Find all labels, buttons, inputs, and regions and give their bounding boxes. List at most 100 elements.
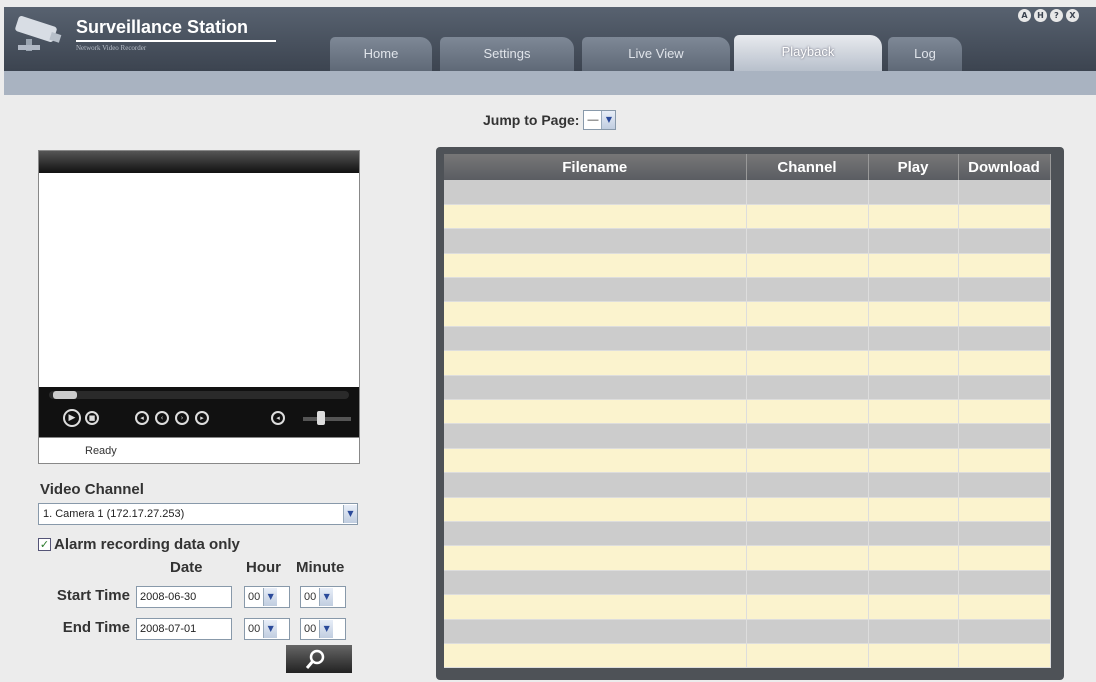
step-forward-icon[interactable]: › bbox=[175, 411, 189, 425]
player-controls: ▶ ■ ◂ ‹ › ▸ ◂ bbox=[39, 387, 359, 437]
seek-bar[interactable] bbox=[49, 391, 349, 399]
chevron-down-icon: ▼ bbox=[601, 111, 616, 129]
alarm-only-checkbox[interactable]: ✓ bbox=[38, 538, 51, 551]
help-icon[interactable]: ? bbox=[1050, 9, 1063, 22]
table-row[interactable] bbox=[444, 423, 1051, 449]
video-channel-value: 1. Camera 1 (172.17.27.253) bbox=[43, 508, 185, 520]
table-cell bbox=[444, 253, 747, 279]
volume-slider[interactable] bbox=[303, 417, 351, 421]
chevron-down-icon: ▼ bbox=[263, 620, 278, 638]
alarm-only-option[interactable]: ✓ Alarm recording data only bbox=[38, 536, 240, 553]
table-cell bbox=[746, 301, 869, 327]
table-cell bbox=[444, 472, 747, 498]
table-row[interactable] bbox=[444, 545, 1051, 571]
table-cell bbox=[444, 643, 747, 669]
table-row[interactable] bbox=[444, 326, 1051, 352]
tab-log[interactable]: Log bbox=[888, 37, 962, 71]
filename-column-header[interactable]: Filename bbox=[444, 154, 747, 180]
table-cell bbox=[444, 180, 747, 205]
table-cell bbox=[958, 253, 1051, 279]
table-row[interactable] bbox=[444, 204, 1051, 230]
table-cell bbox=[868, 570, 959, 596]
volume-thumb[interactable] bbox=[317, 411, 325, 425]
table-row[interactable] bbox=[444, 570, 1051, 596]
table-row[interactable] bbox=[444, 399, 1051, 425]
table-cell bbox=[444, 375, 747, 401]
table-row[interactable] bbox=[444, 448, 1051, 474]
table-cell bbox=[444, 570, 747, 596]
table-cell bbox=[868, 204, 959, 230]
end-minute-select[interactable]: 00 ▼ bbox=[300, 618, 346, 640]
table-row[interactable] bbox=[444, 472, 1051, 498]
table-cell bbox=[746, 399, 869, 425]
logout-icon[interactable]: X bbox=[1066, 9, 1079, 22]
video-channel-select[interactable]: 1. Camera 1 (172.17.27.253) ▼ bbox=[38, 503, 358, 525]
camera-logo-icon bbox=[15, 15, 62, 51]
video-player: ▶ ■ ◂ ‹ › ▸ ◂ Ready bbox=[38, 150, 360, 464]
table-row[interactable] bbox=[444, 594, 1051, 620]
table-cell bbox=[868, 545, 959, 571]
table-cell bbox=[444, 423, 747, 449]
table-cell bbox=[958, 375, 1051, 401]
rewind-icon[interactable]: ◂ bbox=[135, 411, 149, 425]
table-cell bbox=[958, 497, 1051, 522]
table-row[interactable] bbox=[444, 277, 1051, 303]
table-cell bbox=[746, 277, 869, 303]
table-cell bbox=[746, 594, 869, 620]
download-column-header[interactable]: Download bbox=[958, 154, 1051, 180]
table-cell bbox=[958, 301, 1051, 327]
mute-icon[interactable]: ◂ bbox=[271, 411, 285, 425]
table-cell bbox=[444, 228, 747, 254]
table-row[interactable] bbox=[444, 301, 1051, 327]
table-row[interactable] bbox=[444, 619, 1051, 644]
start-minute-select[interactable]: 00 ▼ bbox=[300, 586, 346, 608]
start-date-input[interactable]: 2008-06-30 bbox=[136, 586, 232, 608]
fast-forward-icon[interactable]: ▸ bbox=[195, 411, 209, 425]
table-row[interactable] bbox=[444, 350, 1051, 376]
table-cell bbox=[958, 619, 1051, 644]
table-row[interactable] bbox=[444, 253, 1051, 279]
table-row[interactable] bbox=[444, 228, 1051, 254]
table-cell bbox=[746, 228, 869, 254]
jump-to-page-select[interactable]: — ▼ bbox=[583, 110, 617, 130]
home-icon[interactable]: H bbox=[1034, 9, 1047, 22]
table-cell bbox=[868, 301, 959, 327]
table-cell bbox=[868, 423, 959, 449]
start-time-label: Start Time bbox=[56, 587, 130, 604]
table-cell bbox=[958, 204, 1051, 230]
table-cell bbox=[958, 180, 1051, 205]
table-cell bbox=[868, 350, 959, 376]
title-underline bbox=[76, 40, 276, 42]
table-cell bbox=[444, 521, 747, 547]
play-icon[interactable]: ▶ bbox=[63, 409, 81, 427]
tab-home[interactable]: Home bbox=[330, 37, 432, 71]
play-column-header[interactable]: Play bbox=[868, 154, 959, 180]
start-hour-select[interactable]: 00 ▼ bbox=[244, 586, 290, 608]
end-minute-value: 00 bbox=[304, 623, 317, 635]
table-cell bbox=[746, 448, 869, 474]
seek-thumb[interactable] bbox=[53, 391, 77, 399]
hour-column-header: Hour bbox=[246, 559, 281, 576]
table-cell bbox=[746, 570, 869, 596]
end-hour-select[interactable]: 00 ▼ bbox=[244, 618, 290, 640]
tab-playback[interactable]: Playback bbox=[734, 35, 882, 71]
tab-live-view[interactable]: Live View bbox=[582, 37, 730, 71]
end-date-input[interactable]: 2008-07-01 bbox=[136, 618, 232, 640]
table-row[interactable] bbox=[444, 375, 1051, 401]
table-row[interactable] bbox=[444, 180, 1051, 205]
channel-column-header[interactable]: Channel bbox=[746, 154, 869, 180]
table-row[interactable] bbox=[444, 497, 1051, 522]
table-cell bbox=[746, 643, 869, 669]
table-cell bbox=[444, 399, 747, 425]
step-back-icon[interactable]: ‹ bbox=[155, 411, 169, 425]
table-cell bbox=[444, 448, 747, 474]
table-cell bbox=[868, 277, 959, 303]
table-row[interactable] bbox=[444, 643, 1051, 669]
table-row[interactable] bbox=[444, 521, 1051, 547]
tab-settings[interactable]: Settings bbox=[440, 37, 574, 71]
user-icon[interactable]: A bbox=[1018, 9, 1031, 22]
table-cell bbox=[868, 643, 959, 669]
search-button[interactable] bbox=[286, 645, 352, 673]
start-minute-value: 00 bbox=[304, 591, 317, 603]
stop-icon[interactable]: ■ bbox=[85, 411, 99, 425]
